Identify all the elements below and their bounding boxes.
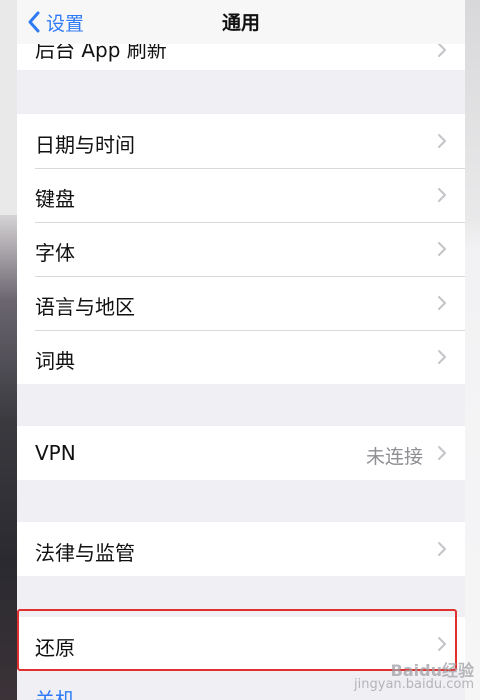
list-item-label: VPN xyxy=(35,441,76,465)
list-item-dictionary[interactable]: 词典 xyxy=(17,330,465,384)
list-item-date-time[interactable]: 日期与时间 xyxy=(17,114,465,168)
chevron-right-icon xyxy=(438,350,446,364)
general-settings-screen: 设置 通用 后台 App 刷新 日期与时间 键盘 字体 语言与地区 词典 VPN… xyxy=(17,0,465,700)
background-app-right xyxy=(465,0,480,700)
chevron-right-icon xyxy=(438,188,446,202)
chevron-right-icon xyxy=(438,43,446,57)
watermark-brand: Baidu经验 xyxy=(390,661,474,680)
chevron-right-icon xyxy=(438,446,446,460)
chevron-right-icon xyxy=(438,242,446,256)
chevron-right-icon xyxy=(438,134,446,148)
list-item-vpn[interactable]: VPN 未连接 xyxy=(17,426,465,480)
settings-group-1: 日期与时间 键盘 字体 语言与地区 词典 xyxy=(17,114,465,384)
navigation-bar: 设置 通用 xyxy=(17,0,465,44)
list-item-language-region[interactable]: 语言与地区 xyxy=(17,276,465,330)
chevron-right-icon xyxy=(438,542,446,556)
list-item-label: 词典 xyxy=(35,349,75,373)
list-item-keyboard[interactable]: 键盘 xyxy=(17,168,465,222)
settings-group-2: VPN 未连接 xyxy=(17,426,465,480)
list-item-label: 日期与时间 xyxy=(35,133,135,157)
settings-group-3: 法律与监管 xyxy=(17,522,465,576)
list-item-label: 语言与地区 xyxy=(35,295,135,319)
list-item-label: 法律与监管 xyxy=(35,541,135,565)
list-item-label: 字体 xyxy=(35,241,75,265)
watermark: Baidu经验 jingyan.baidu.com xyxy=(354,661,474,692)
list-item-fonts[interactable]: 字体 xyxy=(17,222,465,276)
page-title: 通用 xyxy=(221,12,260,34)
list-item-shut-down[interactable]: 关机 xyxy=(35,684,75,700)
list-item-legal-regulatory[interactable]: 法律与监管 xyxy=(17,522,465,576)
background-app-left xyxy=(0,0,17,700)
watermark-site: jingyan.baidu.com xyxy=(354,677,474,692)
vpn-status-value: 未连接 xyxy=(365,446,423,468)
chevron-right-icon xyxy=(438,296,446,310)
list-item-label: 键盘 xyxy=(35,187,75,211)
